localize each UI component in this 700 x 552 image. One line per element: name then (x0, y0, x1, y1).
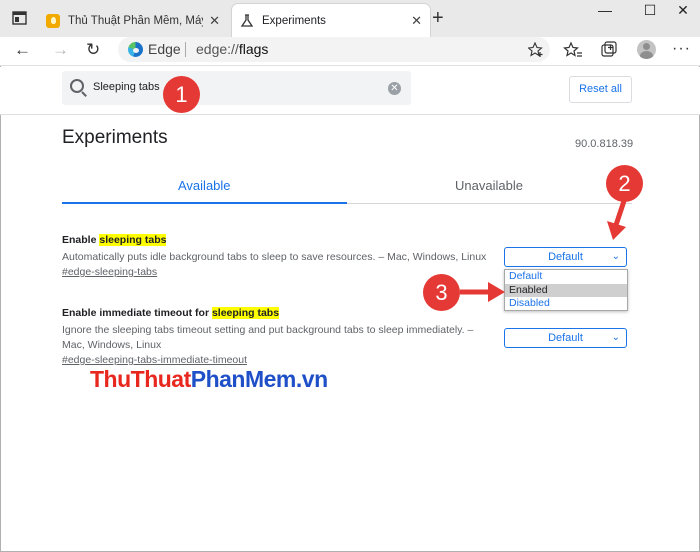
tab-strip: Thủ Thuật Phần Mềm, Máy Tính, ✕ Experime… (0, 0, 700, 37)
watermark-logo: ThuThuatPhanMem.vn (90, 366, 328, 392)
flags-header: Sleeping tabs ✕ Reset all (0, 67, 700, 115)
back-arrow-icon[interactable]: ← (14, 40, 31, 60)
version-label: 90.0.818.39 (575, 138, 634, 150)
experiment-title: Enable sleeping tabs (62, 234, 167, 246)
step-2-arrow-icon (607, 200, 627, 240)
forward-arrow-icon[interactable]: → (52, 40, 69, 60)
maximize-button[interactable]: ☐ (635, 2, 665, 19)
favorites-icon[interactable] (563, 40, 583, 60)
active-tab-indicator (62, 202, 347, 204)
step-3-arrow-icon (460, 282, 505, 302)
chevron-down-icon: ⌄ (611, 251, 620, 262)
tab-thuthuat[interactable]: Thủ Thuật Phần Mềm, Máy Tính, ✕ (38, 4, 228, 37)
reset-all-button[interactable]: Reset all (569, 76, 632, 103)
address-bar[interactable]: Edge edge://flags (118, 37, 550, 62)
experiment-sleeping-tabs: Enable sleeping tabs Automatically puts … (62, 233, 502, 280)
browser-toolbar: ← → ↻ Edge edge://flags ··· (0, 37, 700, 66)
option-disabled[interactable]: Disabled (505, 297, 627, 311)
close-icon[interactable]: ✕ (209, 13, 220, 29)
close-icon[interactable]: ✕ (411, 13, 422, 29)
tab-unavailable[interactable]: Unavailable (455, 178, 523, 193)
close-window-button[interactable]: ✕ (668, 2, 698, 19)
refresh-icon[interactable]: ↻ (86, 40, 100, 60)
page-title: Experiments (62, 127, 168, 148)
tab-title: Experiments (262, 14, 326, 27)
experiment-description: Ignore the sleeping tabs timeout setting… (62, 324, 474, 351)
add-favorite-icon[interactable] (528, 42, 544, 58)
omnibox-divider (185, 42, 186, 57)
tab-title: Thủ Thuật Phần Mềm, Máy Tính, (68, 14, 203, 27)
more-options-icon[interactable]: ··· (672, 40, 691, 58)
clear-search-icon[interactable]: ✕ (388, 82, 401, 95)
experiment-1-select[interactable]: Default ⌄ (504, 247, 627, 267)
flask-icon (240, 13, 254, 27)
url-text[interactable]: edge://flags (196, 41, 268, 57)
window-menu-icon[interactable] (11, 9, 29, 27)
omnibox-brand: Edge (148, 41, 181, 57)
experiment-2-select[interactable]: Default ⌄ (504, 328, 627, 348)
chevron-down-icon: ⌄ (611, 332, 620, 343)
search-icon (70, 79, 84, 93)
flags-tabs: Available Unavailable (62, 172, 632, 204)
edge-logo-icon (128, 42, 143, 57)
search-value: Sleeping tabs (93, 81, 160, 93)
experiment-description: Automatically puts idle background tabs … (62, 251, 487, 263)
search-flags-input[interactable]: Sleeping tabs ✕ (62, 71, 411, 105)
select-dropdown-list: Default Enabled Disabled (504, 269, 628, 311)
lightbulb-icon (46, 13, 60, 28)
new-tab-button[interactable]: + (432, 8, 444, 28)
tab-available[interactable]: Available (178, 178, 231, 193)
step-1-badge: 1 (163, 76, 200, 113)
option-default[interactable]: Default (505, 270, 627, 284)
step-3-badge: 3 (423, 274, 460, 311)
experiment-immediate-timeout: Enable immediate timeout for sleeping ta… (62, 306, 502, 368)
profile-avatar-icon[interactable] (637, 40, 656, 59)
collections-icon[interactable] (599, 40, 619, 60)
minimize-button[interactable]: — (590, 2, 620, 18)
tab-experiments[interactable]: Experiments ✕ (232, 4, 430, 37)
option-enabled[interactable]: Enabled (505, 283, 627, 297)
